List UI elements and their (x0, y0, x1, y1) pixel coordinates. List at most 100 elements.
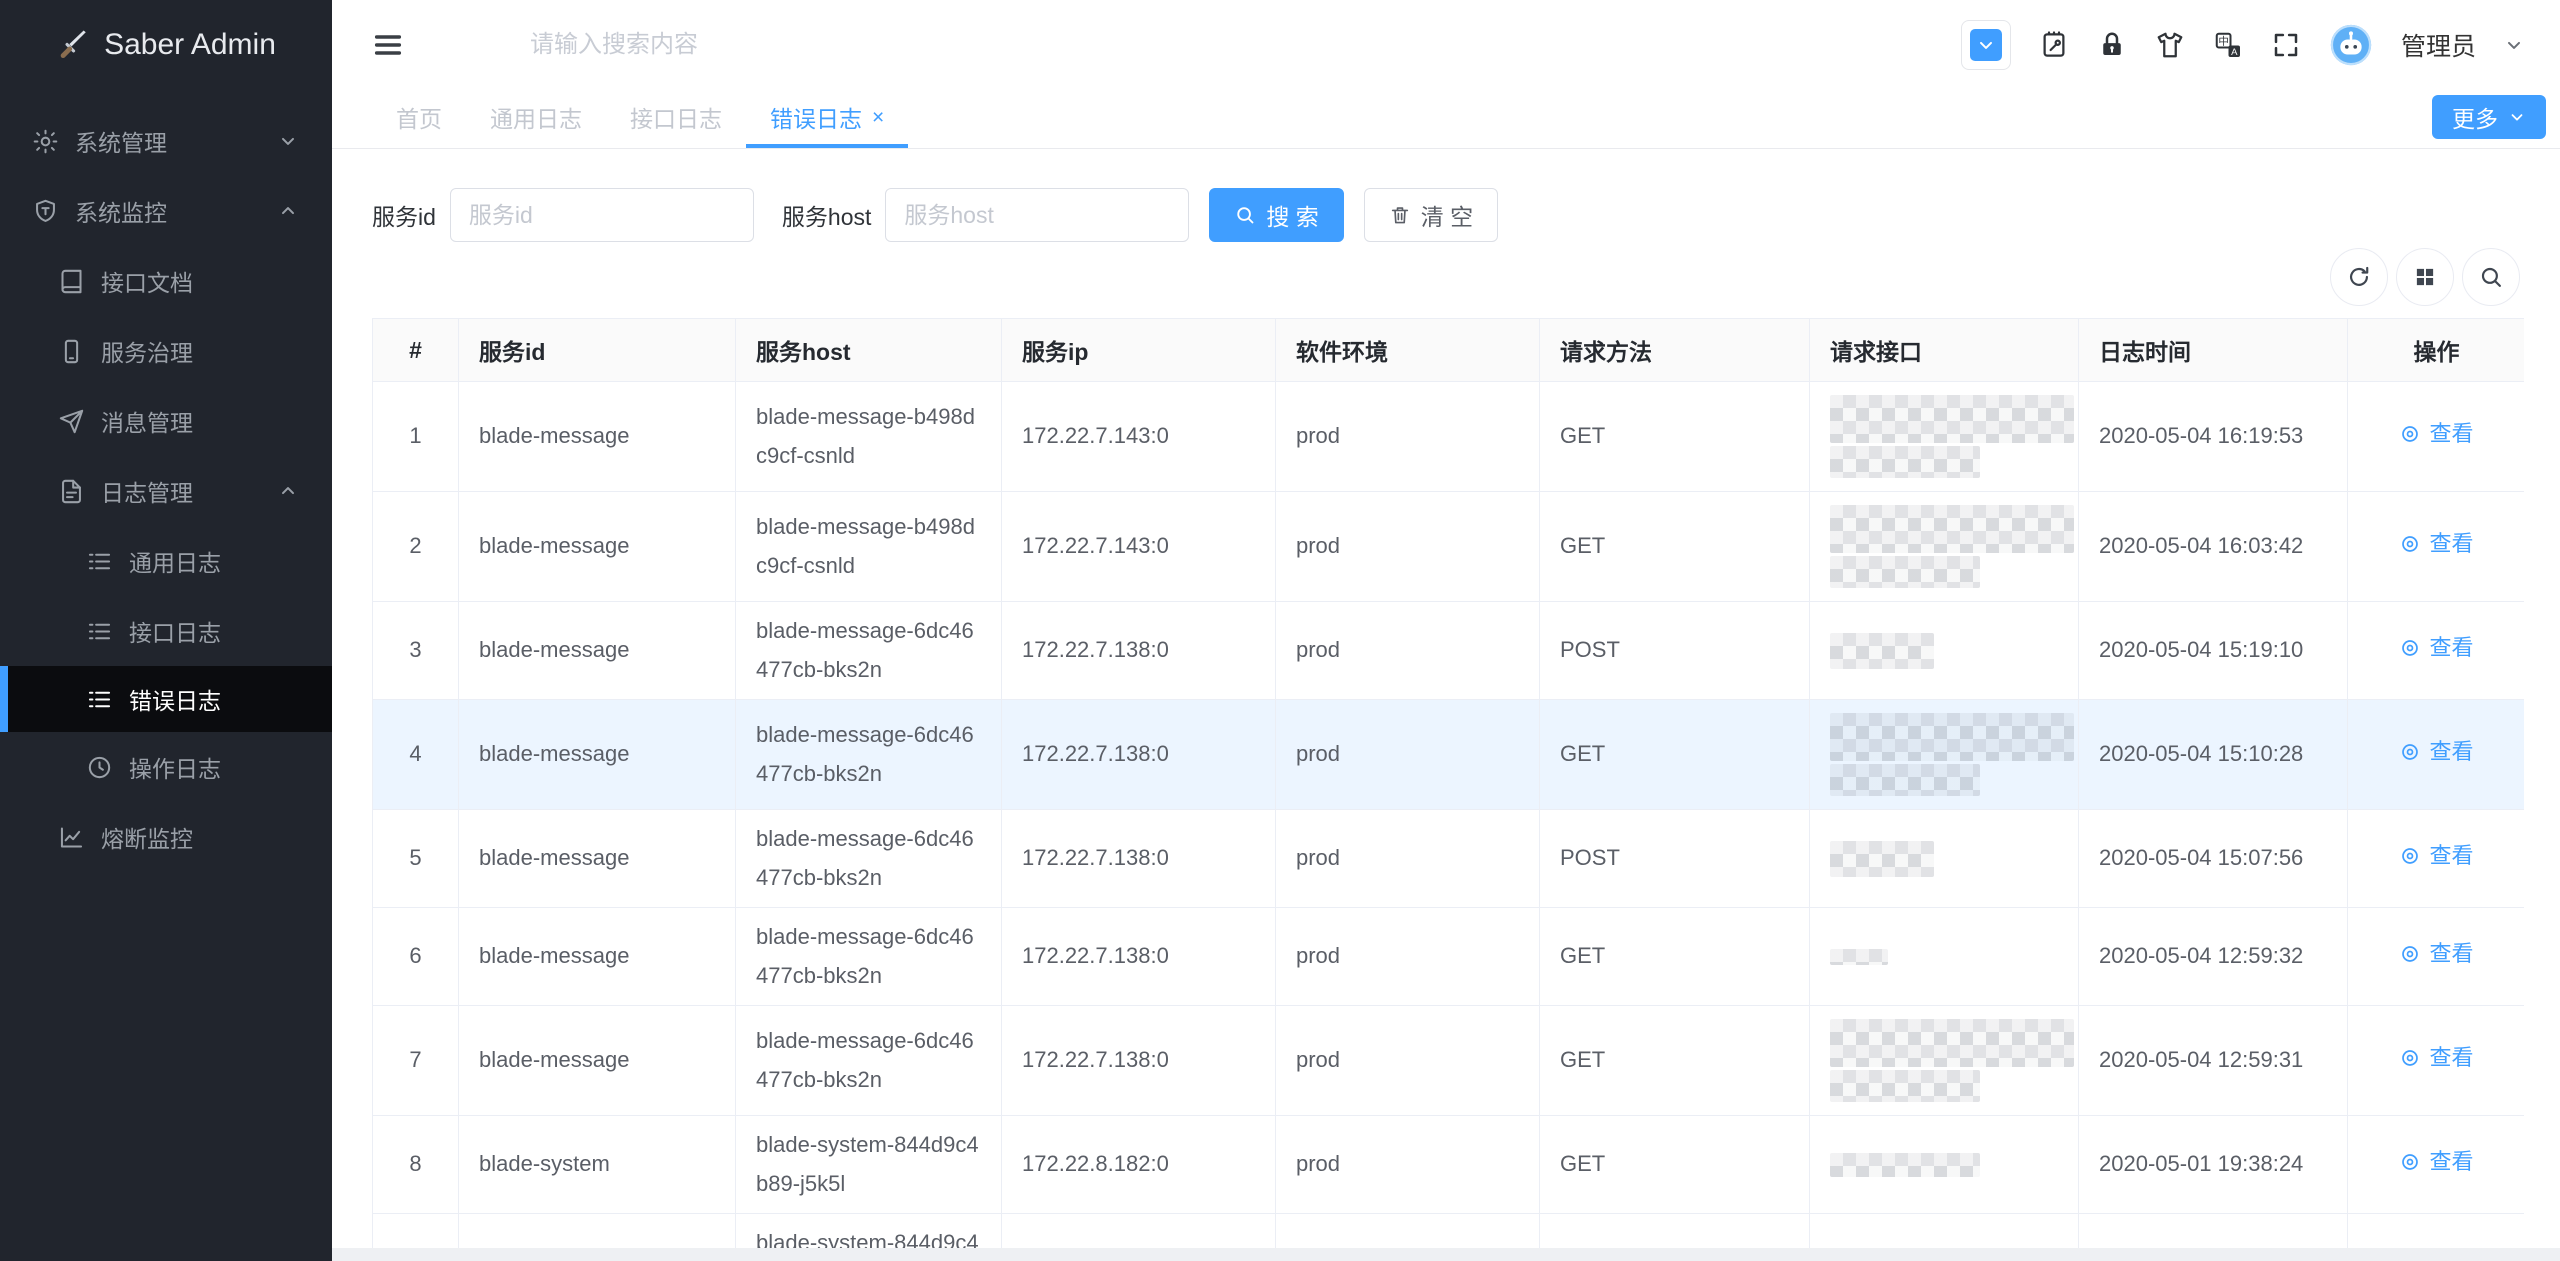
row-index: 8 (373, 1116, 459, 1214)
sidebar-item-label: 操作日志 (129, 750, 221, 784)
lock-icon[interactable] (2097, 30, 2127, 60)
cell-actions: 查看 (2348, 1006, 2525, 1116)
cell-service-ip: 172.22.7.138:0 (1002, 602, 1276, 700)
sidebar-item-circuit-monitor[interactable]: 熔断监控 (0, 802, 332, 872)
redacted-content (1830, 949, 1888, 965)
column-header: 日志时间 (2079, 319, 2348, 382)
view-link-label: 查看 (2429, 1143, 2473, 1182)
tab-error-log[interactable]: 错误日志 × (746, 90, 908, 148)
table-row: 8blade-systemblade-system-844d9c4b89-j5k… (373, 1116, 2525, 1214)
topbar-actions: 中A 管理员 (1961, 20, 2560, 70)
view-link[interactable]: 查看 (2399, 1143, 2473, 1182)
table-row: 3blade-messageblade-message-6dc46477cb-b… (373, 602, 2525, 700)
view-link[interactable]: 查看 (2399, 525, 2473, 564)
user-chevron-down-icon[interactable] (2504, 35, 2524, 55)
tab-usual-log[interactable]: 通用日志 (466, 90, 606, 148)
cell-log-time: 2020-05-04 15:19:10 (2079, 602, 2348, 700)
sidebar-item-system-monitor[interactable]: 系统监控 (0, 176, 332, 246)
toggle-search-button[interactable] (2462, 248, 2520, 306)
view-link[interactable]: 查看 (2399, 415, 2473, 454)
refresh-button[interactable] (2330, 248, 2388, 306)
sidebar-item-usual-log[interactable]: 通用日志 (0, 526, 332, 596)
sidebar-item-log-management[interactable]: 日志管理 (0, 456, 332, 526)
view-link[interactable]: 查看 (2399, 1039, 2473, 1078)
phone-icon (58, 338, 85, 365)
cell-env: prod (1276, 1214, 1540, 1249)
row-index: 6 (373, 908, 459, 1006)
username[interactable]: 管理员 (2401, 27, 2476, 63)
sidebar-item-error-log[interactable]: 错误日志 (0, 666, 332, 732)
cell-service-ip: 172.22.7.138:0 (1002, 1006, 1276, 1116)
sidebar-item-message-management[interactable]: 消息管理 (0, 386, 332, 456)
cell-service-host: blade-message-b498dc9cf-csnld (736, 492, 1002, 602)
sidebar-item-system-management[interactable]: 系统管理 (0, 106, 332, 176)
trash-icon (1389, 204, 1411, 226)
tab-label: 通用日志 (490, 100, 582, 134)
redacted-content (1830, 505, 2074, 553)
cell-method: POST (1540, 602, 1810, 700)
tab-label: 错误日志 (770, 100, 862, 134)
column-settings-button[interactable] (2396, 248, 2454, 306)
theme-tshirt-icon[interactable] (2155, 30, 2185, 60)
cell-method: GET (1540, 382, 1810, 492)
eye-icon (2399, 533, 2421, 555)
sidebar-item-label: 接口文档 (101, 264, 193, 298)
app-logo[interactable]: Saber Admin (0, 0, 332, 90)
column-header: 请求方法 (1540, 319, 1810, 382)
debug-tools-icon[interactable] (2039, 30, 2069, 60)
cell-api (1810, 602, 2079, 700)
cell-env: prod (1276, 908, 1540, 1006)
tab-api-log[interactable]: 接口日志 (606, 90, 746, 148)
tabs: 首页通用日志接口日志错误日志 × (332, 90, 908, 148)
view-link[interactable]: 查看 (2399, 837, 2473, 876)
cell-actions: 查看 (2348, 382, 2525, 492)
table-row: 1blade-messageblade-message-b498dc9cf-cs… (373, 382, 2525, 492)
cell-api (1810, 1006, 2079, 1116)
cell-actions: 查看 (2348, 1116, 2525, 1214)
service-host-input[interactable] (885, 188, 1189, 242)
tab-bar: 首页通用日志接口日志错误日志 × 更多 (332, 90, 2560, 149)
clock-icon (86, 754, 113, 781)
chevron-down-icon (1976, 35, 1996, 55)
clear-button-label: 清 空 (1421, 198, 1473, 232)
cell-service-id: blade-message (459, 908, 736, 1006)
sidebar-item-label: 错误日志 (129, 682, 221, 716)
app-title: Saber Admin (104, 28, 276, 62)
cell-service-ip: 172.22.7.138:0 (1002, 700, 1276, 810)
fullscreen-icon[interactable] (2271, 30, 2301, 60)
sidebar-item-api-docs[interactable]: 接口文档 (0, 246, 332, 316)
cell-log-time: 2020-05-04 15:10:28 (2079, 700, 2348, 810)
cell-service-id: blade-message (459, 382, 736, 492)
eye-icon (2399, 1151, 2421, 1173)
shield-icon (32, 198, 59, 225)
view-link[interactable]: 查看 (2399, 629, 2473, 668)
sidebar-item-operation-log[interactable]: 操作日志 (0, 732, 332, 802)
search-button-label: 搜 索 (1266, 198, 1318, 232)
send-icon (58, 408, 85, 435)
tab-home[interactable]: 首页 (372, 90, 466, 148)
close-icon[interactable]: × (872, 107, 884, 128)
eye-icon (2399, 845, 2421, 867)
list-icon (86, 548, 113, 575)
user-avatar[interactable] (2329, 23, 2373, 67)
cell-log-time: 2020-05-01 19:38:24 (2079, 1116, 2348, 1214)
sidebar-item-api-log[interactable]: 接口日志 (0, 596, 332, 666)
sidebar-item-service-governance[interactable]: 服务治理 (0, 316, 332, 386)
clear-button[interactable]: 清 空 (1364, 188, 1498, 242)
redacted-content (1830, 556, 1980, 588)
view-link[interactable]: 查看 (2399, 935, 2473, 974)
view-link[interactable]: 查看 (2399, 1241, 2473, 1248)
more-button[interactable]: 更多 (2432, 95, 2546, 139)
cell-actions: 查看 (2348, 602, 2525, 700)
global-search-input[interactable] (528, 30, 1032, 60)
service-id-input[interactable] (450, 188, 754, 242)
language-translate-icon[interactable]: 中A (2213, 30, 2243, 60)
cell-service-ip: 172.22.7.143:0 (1002, 382, 1276, 492)
search-button[interactable]: 搜 索 (1209, 188, 1343, 242)
sidebar: Saber Admin 系统管理系统监控接口文档服务治理消息管理日志管理通用日志… (0, 0, 332, 1261)
cell-method: GET (1540, 1214, 1810, 1249)
top-dropdown-button[interactable] (1961, 20, 2011, 70)
svg-text:A: A (2231, 47, 2238, 58)
view-link[interactable]: 查看 (2399, 733, 2473, 772)
hamburger-menu-icon[interactable] (372, 29, 404, 61)
